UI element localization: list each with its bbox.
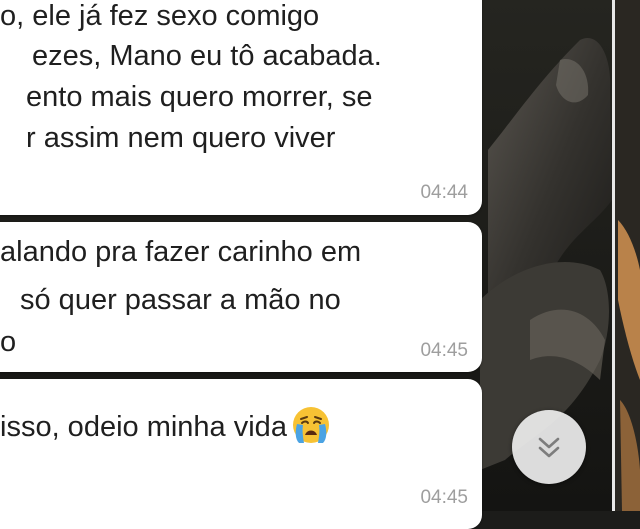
message-text-line: r assim nem quero viver bbox=[26, 122, 336, 154]
message-text-line: alando pra fazer carinho em bbox=[0, 236, 362, 268]
message-text-line: o, ele já fez sexo comigo bbox=[0, 0, 320, 32]
message-text: isso, odeio minha vida bbox=[0, 411, 287, 443]
message-timestamp: 04:44 bbox=[420, 182, 468, 203]
message-text-line: isso, odeio minha vida bbox=[0, 405, 331, 445]
double-chevron-down-icon bbox=[538, 437, 560, 458]
message-text-line: ezes, Mano eu tô acabada. bbox=[32, 40, 382, 72]
message-timestamp: 04:45 bbox=[420, 340, 468, 361]
message-bubble[interactable]: isso, odeio minha vida 04:45 bbox=[0, 379, 482, 529]
message-text-line: só quer passar a mão no bbox=[20, 284, 341, 316]
crying-face-icon bbox=[287, 407, 331, 443]
message-text-line: ento mais quero morrer, se bbox=[26, 81, 373, 113]
message-bubble[interactable]: alando pra fazer carinho em só quer pass… bbox=[0, 222, 482, 372]
message-timestamp: 04:45 bbox=[420, 487, 468, 508]
message-text-line: o bbox=[0, 326, 17, 358]
message-bubble[interactable]: o, ele já fez sexo comigo ezes, Mano eu … bbox=[0, 0, 482, 215]
scroll-to-bottom-button[interactable] bbox=[512, 410, 586, 484]
adjacent-panel-strip bbox=[612, 0, 640, 511]
